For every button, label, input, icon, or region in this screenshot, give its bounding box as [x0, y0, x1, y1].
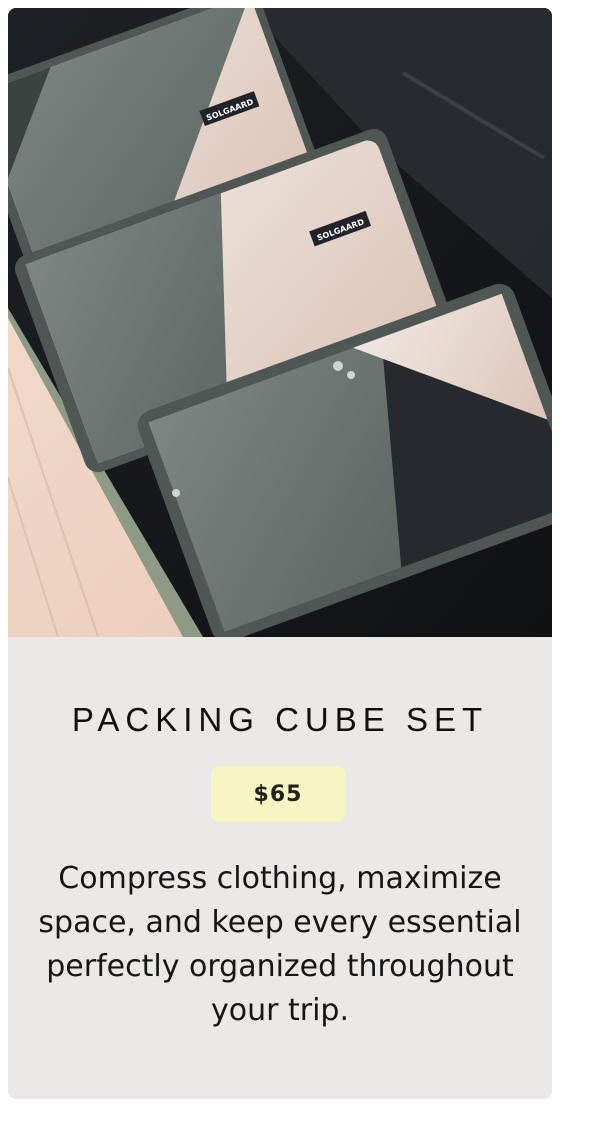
product-image: SOLGAARD SOLGAARD [8, 8, 552, 637]
product-description: Compress clothing, maximize space, and k… [38, 861, 522, 1028]
price-badge: $65 [211, 766, 345, 822]
product-price: $65 [253, 781, 303, 807]
product-card[interactable]: SOLGAARD SOLGAARD PACKING CUBE SET $65 C… [8, 8, 552, 1099]
product-info: PACKING CUBE SET $65 Compress clothing, … [8, 637, 552, 1099]
product-title: PACKING CUBE SET [71, 701, 489, 738]
